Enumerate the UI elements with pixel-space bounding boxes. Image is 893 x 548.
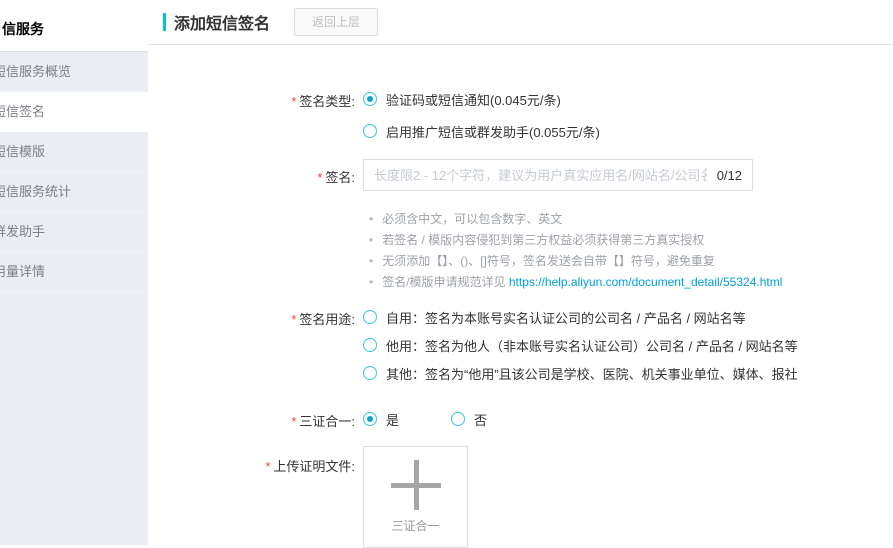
note-item: 无须添加【】、()、[]符号，签名发送会自带【】符号，避免重复 bbox=[369, 251, 893, 272]
required-mark: * bbox=[317, 170, 322, 185]
required-mark: * bbox=[265, 459, 270, 474]
sign-type-option-verification[interactable]: 验证码或短信通知(0.045元/条) bbox=[363, 87, 600, 111]
upload-dropzone[interactable]: 三证合一 bbox=[363, 446, 468, 548]
radio-label: 他用：签名为他人（非本账号实名认证公司）公司名 / 产品名 / 网站名等 bbox=[386, 336, 798, 355]
row-purpose: *签名用途: 自用：签名为本账号实名认证公司的公司名 / 产品名 / 网站名等 … bbox=[148, 305, 893, 389]
radio-label: 启用推广短信或群发助手(0.055元/条) bbox=[386, 122, 600, 141]
sidebar-item-sms-signature[interactable]: 短信签名 bbox=[0, 92, 148, 132]
required-mark: * bbox=[291, 414, 296, 429]
three-in-one-label: *三证合一: bbox=[148, 407, 363, 431]
upload-box-text: 三证合一 bbox=[364, 517, 467, 534]
radio-label: 其他：签名为“他用”且该公司是学校、医院、机关事业单位、媒体、报社 bbox=[386, 364, 798, 383]
signature-label: *签名: bbox=[148, 159, 363, 191]
radio-label: 验证码或短信通知(0.045元/条) bbox=[386, 90, 561, 109]
purpose-option-others[interactable]: 他用：签名为他人（非本账号实名认证公司）公司名 / 产品名 / 网站名等 bbox=[363, 333, 798, 357]
title-accent-bar bbox=[163, 13, 166, 31]
help-doc-link[interactable]: https://help.aliyun.com/document_detail/… bbox=[509, 275, 783, 289]
note-item: 必须含中文，可以包含数字、英文 bbox=[369, 209, 893, 230]
row-three-in-one: *三证合一: 是 否 bbox=[148, 407, 893, 431]
required-mark: * bbox=[291, 94, 296, 109]
note-item-link: 签名/模版申请规范详见 https://help.aliyun.com/docu… bbox=[369, 272, 893, 293]
three-in-one-option-no[interactable]: 否 bbox=[451, 410, 487, 429]
radio-label: 是 bbox=[386, 410, 399, 429]
purpose-option-other-org[interactable]: 其他：签名为“他用”且该公司是学校、医院、机关事业单位、媒体、报社 bbox=[363, 361, 798, 385]
row-upload: *上传证明文件: 三证合一 bbox=[148, 446, 893, 548]
radio-icon[interactable] bbox=[363, 124, 377, 138]
main-content: 添加短信签名 返回上层 *签名类型: 验证码或短信通知(0.045元/条) 启用… bbox=[148, 0, 893, 545]
sidebar-title: 信服务 bbox=[0, 0, 148, 52]
sidebar: 信服务 短信服务概览 短信签名 短信模版 短信服务统计 群发助手 用量详情 bbox=[0, 0, 148, 545]
add-signature-form: *签名类型: 验证码或短信通知(0.045元/条) 启用推广短信或群发助手(0.… bbox=[148, 45, 893, 548]
sidebar-item-sms-statistics[interactable]: 短信服务统计 bbox=[0, 172, 148, 212]
sidebar-item-sms-overview[interactable]: 短信服务概览 bbox=[0, 52, 148, 92]
sidebar-item-usage-detail[interactable]: 用量详情 bbox=[0, 252, 148, 292]
row-signature: *签名: 0/12 bbox=[148, 159, 893, 191]
signature-input[interactable] bbox=[364, 168, 717, 183]
page-header: 添加短信签名 返回上层 bbox=[148, 0, 893, 45]
sidebar-item-mass-assistant[interactable]: 群发助手 bbox=[0, 212, 148, 252]
note-item: 若签名 / 模版内容侵犯到第三方权益必须获得第三方真实授权 bbox=[369, 230, 893, 251]
radio-icon[interactable] bbox=[363, 92, 377, 106]
radio-label: 否 bbox=[474, 410, 487, 429]
sign-type-label: *签名类型: bbox=[148, 87, 363, 151]
signature-notes: 必须含中文，可以包含数字、英文 若签名 / 模版内容侵犯到第三方权益必须获得第三… bbox=[369, 209, 893, 293]
three-in-one-option-yes[interactable]: 是 bbox=[363, 410, 399, 429]
radio-icon[interactable] bbox=[363, 338, 377, 352]
radio-icon[interactable] bbox=[363, 310, 377, 324]
upload-label: *上传证明文件: bbox=[148, 446, 363, 548]
radio-icon[interactable] bbox=[363, 412, 377, 426]
row-sign-type: *签名类型: 验证码或短信通知(0.045元/条) 启用推广短信或群发助手(0.… bbox=[148, 87, 893, 151]
purpose-option-self[interactable]: 自用：签名为本账号实名认证公司的公司名 / 产品名 / 网站名等 bbox=[363, 305, 798, 329]
radio-icon[interactable] bbox=[451, 412, 465, 426]
purpose-label: *签名用途: bbox=[148, 305, 363, 389]
plus-icon bbox=[391, 460, 441, 510]
signature-input-box: 0/12 bbox=[363, 159, 753, 191]
radio-label: 自用：签名为本账号实名认证公司的公司名 / 产品名 / 网站名等 bbox=[386, 308, 746, 327]
sign-type-option-promotion[interactable]: 启用推广短信或群发助手(0.055元/条) bbox=[363, 119, 600, 143]
back-to-parent-button[interactable]: 返回上层 bbox=[294, 8, 378, 36]
radio-icon[interactable] bbox=[363, 366, 377, 380]
page-title: 添加短信签名 bbox=[174, 10, 270, 34]
char-counter: 0/12 bbox=[717, 168, 752, 183]
required-mark: * bbox=[291, 312, 296, 327]
sidebar-item-sms-template[interactable]: 短信模版 bbox=[0, 132, 148, 172]
